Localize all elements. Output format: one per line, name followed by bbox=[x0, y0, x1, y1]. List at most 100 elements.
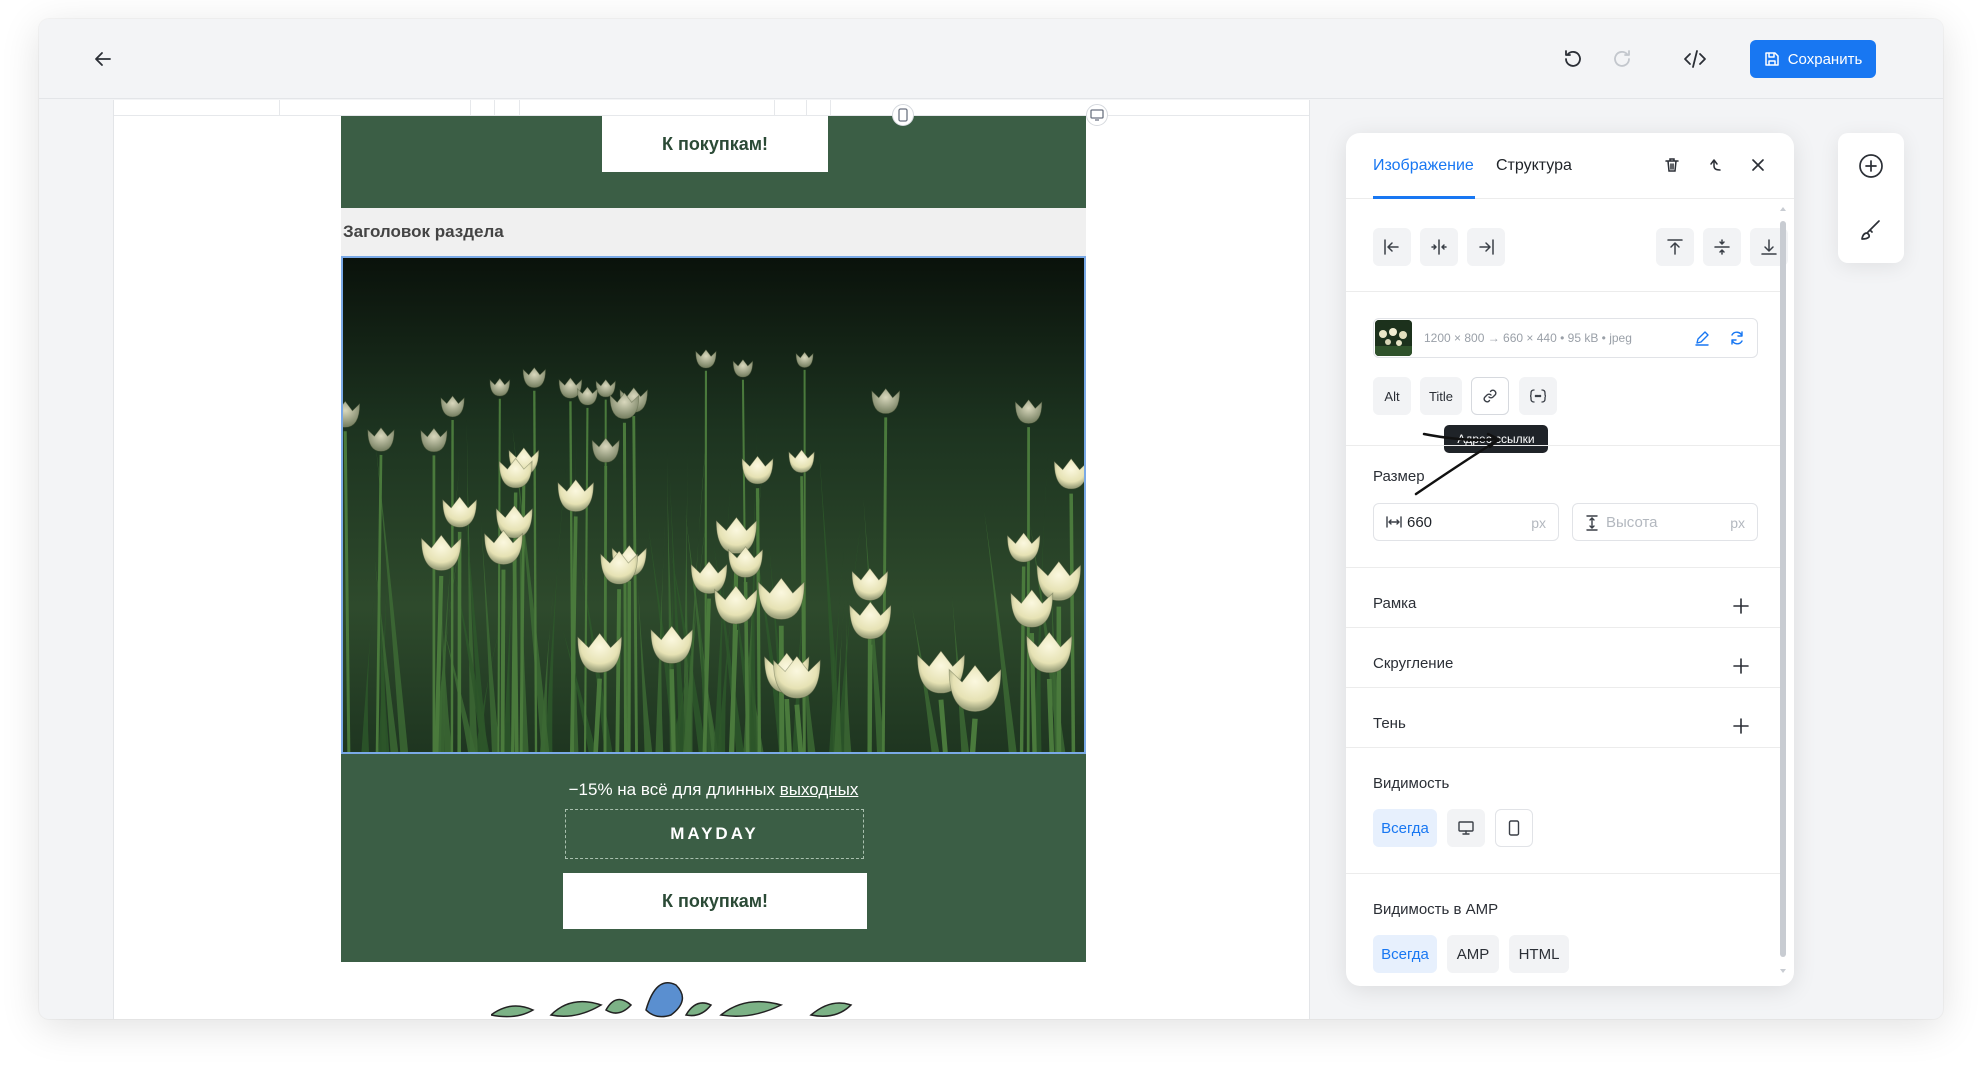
desktop-icon bbox=[1090, 109, 1104, 121]
desktop-preview-toggle[interactable] bbox=[1086, 104, 1108, 126]
select-parent-button[interactable] bbox=[1703, 153, 1727, 177]
shadow-label: Тень bbox=[1373, 715, 1406, 732]
refresh-icon bbox=[1731, 331, 1743, 345]
section-title-block[interactable]: Заголовок раздела bbox=[341, 208, 1086, 256]
brush-icon bbox=[1861, 220, 1880, 240]
shop-button-top[interactable]: К покупкам! bbox=[602, 116, 828, 172]
code-view-button[interactable] bbox=[1677, 41, 1713, 77]
align-right-icon bbox=[1479, 239, 1494, 255]
divider bbox=[1346, 291, 1786, 292]
desktop-icon bbox=[1458, 821, 1474, 835]
amp-visibility-html-button[interactable]: HTML bbox=[1509, 935, 1569, 973]
redo-icon bbox=[1614, 50, 1630, 67]
divider bbox=[1346, 747, 1786, 748]
size-label: Размер bbox=[1373, 468, 1425, 485]
floppy-disk-icon bbox=[1764, 52, 1779, 66]
divider bbox=[1346, 687, 1786, 688]
section-title: Заголовок раздела bbox=[343, 222, 504, 241]
active-tab-indicator bbox=[1373, 196, 1475, 199]
top-bar: Сохранить bbox=[39, 19, 1943, 99]
amp-visibility-label: Видимость в AMP bbox=[1373, 901, 1499, 918]
save-button[interactable]: Сохранить bbox=[1750, 40, 1876, 78]
align-bottom-icon bbox=[1761, 239, 1777, 255]
image-thumbnail bbox=[1375, 320, 1412, 356]
editor-window: Сохранить К покупкам! Заголовок раздела bbox=[39, 19, 1943, 1019]
width-input[interactable]: 660 px bbox=[1373, 503, 1559, 541]
visibility-mobile-button[interactable] bbox=[1495, 809, 1533, 847]
add-shadow-plus-icon[interactable] bbox=[1732, 717, 1750, 735]
align-left-button[interactable] bbox=[1373, 228, 1411, 266]
replace-image-button[interactable] bbox=[1726, 327, 1748, 349]
promo-link[interactable]: выходных bbox=[780, 780, 859, 799]
styles-button[interactable] bbox=[1858, 217, 1884, 243]
variables-chip[interactable] bbox=[1519, 377, 1557, 415]
structure-ruler bbox=[114, 100, 1309, 116]
redo-button[interactable] bbox=[1604, 41, 1640, 77]
visibility-always-button[interactable]: Всегда bbox=[1373, 809, 1437, 847]
insert-toolbar bbox=[1838, 133, 1904, 263]
promo-text-prefix: −15% на всё для длинных bbox=[568, 780, 780, 799]
image-settings-panel: Изображение Структура 1200 × 800 → 660 ×… bbox=[1346, 133, 1794, 986]
panel-tabs: Изображение Структура bbox=[1346, 133, 1794, 199]
height-icon bbox=[1586, 515, 1598, 531]
tulip-photo bbox=[343, 258, 1084, 752]
tulip-hero-image[interactable] bbox=[341, 256, 1086, 754]
mobile-icon bbox=[1508, 820, 1520, 836]
title-chip[interactable]: Title bbox=[1420, 377, 1462, 415]
align-top-icon bbox=[1667, 239, 1683, 255]
add-circle-icon bbox=[1859, 154, 1883, 178]
border-label: Рамка bbox=[1373, 595, 1417, 612]
align-middle-v-icon bbox=[1714, 239, 1730, 255]
green-block-top[interactable]: К покупкам! bbox=[341, 116, 1086, 208]
leaves-illustration bbox=[491, 982, 853, 1018]
height-unit: px bbox=[1730, 515, 1745, 531]
width-value: 660 bbox=[1407, 514, 1433, 531]
email-canvas[interactable]: К покупкам! Заголовок раздела −15% на вс… bbox=[113, 100, 1310, 1019]
link-chip[interactable] bbox=[1471, 377, 1509, 415]
mobile-preview-toggle[interactable] bbox=[892, 104, 914, 126]
add-border-plus-icon[interactable] bbox=[1732, 597, 1750, 615]
braces-icon bbox=[1529, 389, 1547, 403]
back-button[interactable] bbox=[85, 41, 121, 77]
shop-button-bottom[interactable]: К покупкам! bbox=[563, 873, 867, 929]
amp-visibility-amp-button[interactable]: AMP bbox=[1447, 935, 1499, 973]
promo-code[interactable]: MAYDAY bbox=[565, 809, 864, 859]
image-source-field[interactable]: 1200 × 800 → 660 × 440 • 95 kB • jpeg bbox=[1373, 318, 1758, 358]
divider bbox=[1346, 627, 1786, 628]
link-tooltip: Адрес ссылки bbox=[1444, 425, 1548, 453]
radius-label: Скругление bbox=[1373, 655, 1454, 672]
align-center-h-button[interactable] bbox=[1420, 228, 1458, 266]
width-unit: px bbox=[1531, 515, 1546, 531]
align-top-button[interactable] bbox=[1656, 228, 1694, 266]
amp-visibility-always-button[interactable]: Всегда bbox=[1373, 935, 1437, 973]
align-right-button[interactable] bbox=[1467, 228, 1505, 266]
divider bbox=[1346, 567, 1786, 568]
add-radius-plus-icon[interactable] bbox=[1732, 657, 1750, 675]
edit-image-button[interactable] bbox=[1691, 327, 1713, 349]
panel-scrollbar[interactable] bbox=[1779, 205, 1787, 975]
width-icon bbox=[1386, 516, 1402, 528]
trash-icon bbox=[1665, 158, 1679, 172]
parent-arrow-icon bbox=[1710, 159, 1721, 171]
link-icon bbox=[1483, 389, 1497, 403]
promo-text: −15% на всё для длинных выходных bbox=[341, 780, 1086, 800]
divider bbox=[1346, 873, 1786, 874]
height-placeholder: Высота bbox=[1606, 514, 1658, 531]
delete-button[interactable] bbox=[1660, 153, 1684, 177]
height-input[interactable]: Высота px bbox=[1572, 503, 1758, 541]
tab-image[interactable]: Изображение bbox=[1373, 157, 1474, 175]
alt-chip[interactable]: Alt bbox=[1373, 377, 1411, 415]
close-panel-button[interactable] bbox=[1746, 153, 1770, 177]
align-middle-v-button[interactable] bbox=[1703, 228, 1741, 266]
mobile-icon bbox=[898, 108, 908, 122]
save-button-label: Сохранить bbox=[1787, 50, 1863, 68]
undo-button[interactable] bbox=[1555, 41, 1591, 77]
align-left-icon bbox=[1384, 239, 1399, 255]
scrollbar-thumb[interactable] bbox=[1780, 221, 1786, 957]
add-block-button[interactable] bbox=[1858, 153, 1884, 179]
align-center-h-icon bbox=[1431, 239, 1447, 255]
green-block-bottom[interactable]: −15% на всё для длинных выходных MAYDAY … bbox=[341, 754, 1086, 962]
arrow-left-icon bbox=[95, 52, 111, 66]
tab-structure[interactable]: Структура bbox=[1496, 157, 1572, 175]
visibility-desktop-button[interactable] bbox=[1447, 809, 1485, 847]
